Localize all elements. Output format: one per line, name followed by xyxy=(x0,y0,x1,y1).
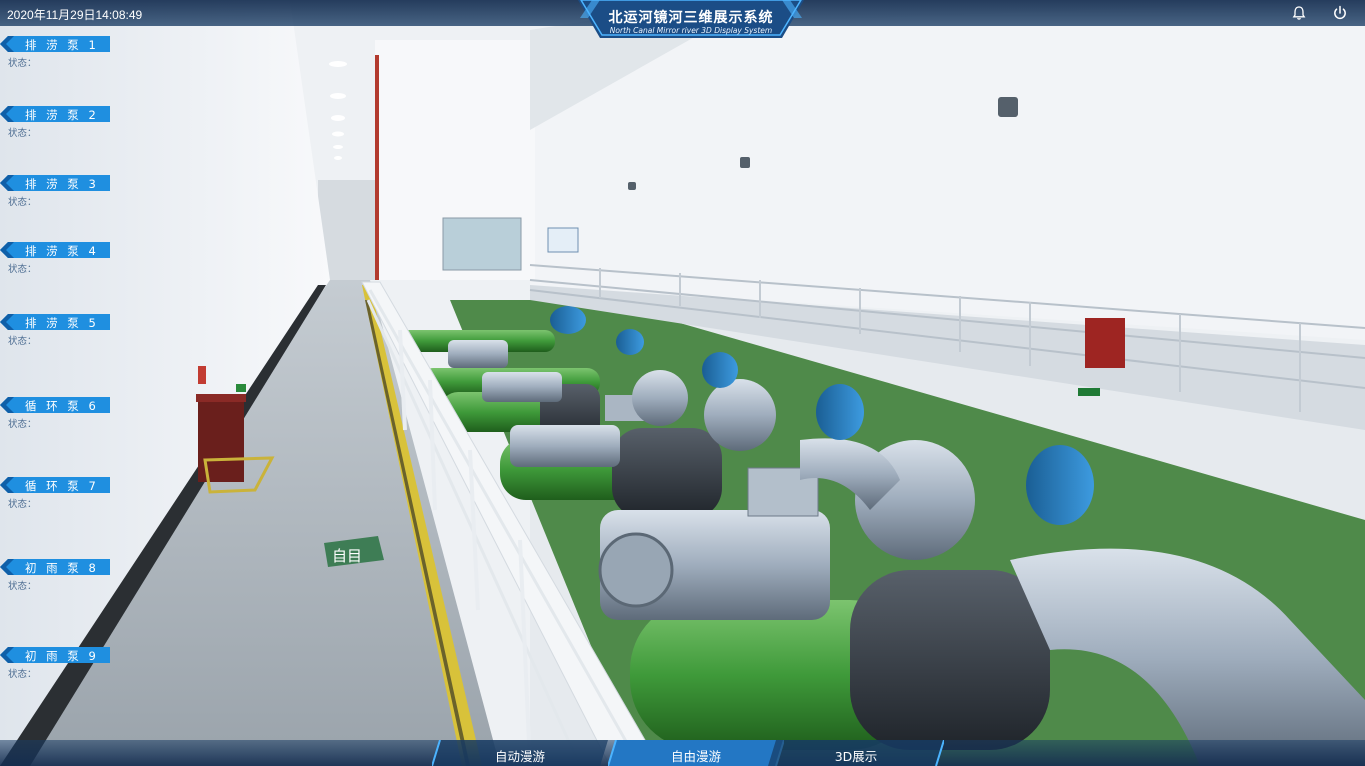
scene-drawing: 自目 xyxy=(0,0,1365,766)
pump-tag-8[interactable]: 初 雨 泵 8 xyxy=(0,559,110,575)
pump-label: 排 涝 泵 2 xyxy=(25,108,99,122)
pump-status-label: 状态： xyxy=(8,128,37,139)
pump-status-label: 状态： xyxy=(8,499,37,510)
pump-tag-7[interactable]: 循 环 泵 7 xyxy=(0,477,110,493)
bell-icon[interactable] xyxy=(1291,5,1307,21)
pump-tag-2[interactable]: 排 涝 泵 2 xyxy=(0,106,110,122)
app-title: 北运河镜河三维展示系统 xyxy=(608,10,774,26)
pump-item-2: 排 涝 泵 2 状态： xyxy=(0,106,120,150)
tab-free-tour[interactable]: 自由漫游 xyxy=(608,740,784,766)
pump-tag-9[interactable]: 初 雨 泵 9 xyxy=(0,647,110,663)
pump-label: 循 环 泵 6 xyxy=(25,399,99,413)
pump-item-5: 排 涝 泵 5 状态： xyxy=(0,314,120,358)
pump-label: 排 涝 泵 4 xyxy=(25,244,99,258)
pump-item-8: 初 雨 泵 8 状态： xyxy=(0,559,120,603)
pump-item-3: 排 涝 泵 3 状态： xyxy=(0,175,120,219)
datetime-display: 2020年11月29日14:08:49 xyxy=(7,8,143,22)
floor-exit-sign: 自目 xyxy=(332,547,362,565)
tab-label: 3D展示 xyxy=(834,749,878,764)
pump-tag-4[interactable]: 排 涝 泵 4 xyxy=(0,242,110,258)
pump-room-3d-view[interactable]: 自目 xyxy=(0,0,1365,766)
pump-item-9: 初 雨 泵 9 状态： xyxy=(0,647,120,691)
tab-label: 自由漫游 xyxy=(670,749,721,764)
pump-item-6: 循 环 泵 6 状态： xyxy=(0,397,120,441)
pump-label: 排 涝 泵 5 xyxy=(25,316,99,330)
pump-tag-1[interactable]: 排 涝 泵 1 xyxy=(0,36,110,52)
tab-auto-tour[interactable]: 自动漫游 xyxy=(432,740,608,766)
pump-status-label: 状态： xyxy=(8,581,37,592)
title-plate: 北运河镜河三维展示系统 North Canal Mirror river 3D … xyxy=(578,0,804,38)
pump-label: 排 涝 泵 3 xyxy=(25,177,99,191)
app-subtitle: North Canal Mirror river 3D Display Syst… xyxy=(609,26,773,35)
power-icon[interactable] xyxy=(1332,5,1348,21)
pump-tag-6[interactable]: 循 环 泵 6 xyxy=(0,397,110,413)
tab-label: 自动漫游 xyxy=(494,749,545,764)
pump-label: 初 雨 泵 9 xyxy=(25,649,99,663)
pump-label: 排 涝 泵 1 xyxy=(25,38,99,52)
pump-label: 初 雨 泵 8 xyxy=(25,561,99,575)
pump-status-label: 状态： xyxy=(8,264,37,275)
pump-item-4: 排 涝 泵 4 状态： xyxy=(0,242,120,286)
pump-item-7: 循 环 泵 7 状态： xyxy=(0,477,120,521)
pump-status-label: 状态： xyxy=(8,197,37,208)
pump-item-1: 排 涝 泵 1 状态： xyxy=(0,36,120,80)
pump-status-label: 状态： xyxy=(8,58,37,69)
pump-status-label: 状态： xyxy=(8,336,37,347)
pump-tag-5[interactable]: 排 涝 泵 5 xyxy=(0,314,110,330)
pump-status-label: 状态： xyxy=(8,419,37,430)
pump-tag-3[interactable]: 排 涝 泵 3 xyxy=(0,175,110,191)
pump-status-label: 状态： xyxy=(8,669,37,680)
pump-label: 循 环 泵 7 xyxy=(25,479,99,493)
tab-3d-display[interactable]: 3D展示 xyxy=(768,740,944,766)
